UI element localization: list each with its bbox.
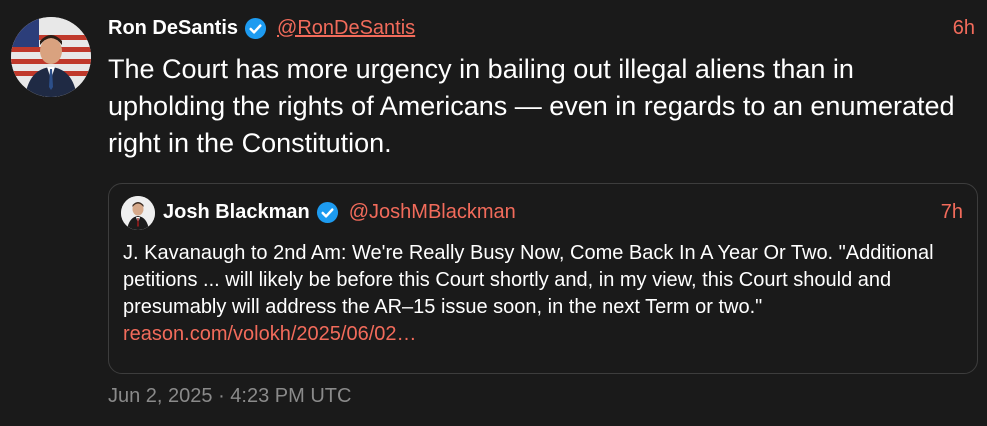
verified-badge-icon: [316, 201, 339, 224]
tweet-header: Ron DeSantis @RonDeSantis 6h: [108, 14, 975, 42]
tweet: Ron DeSantis @RonDeSantis 6h The Court h…: [0, 0, 987, 426]
verified-badge-icon: [244, 17, 267, 40]
quoted-tweet-body: J. Kavanaugh to 2nd Am: We're Really Bus…: [123, 242, 934, 318]
quoted-tweet[interactable]: Josh Blackman @JoshMBlackman 7h J. Kavan…: [108, 183, 978, 374]
quoted-author-handle[interactable]: @JoshMBlackman: [349, 201, 516, 224]
author-handle[interactable]: @RonDeSantis: [277, 17, 415, 40]
quoted-tweet-header: Josh Blackman @JoshMBlackman 7h: [163, 198, 963, 226]
quoted-author-name[interactable]: Josh Blackman: [163, 201, 310, 224]
tweet-timestamp[interactable]: Jun 2, 2025 · 4:23 PM UTC: [108, 385, 351, 408]
quoted-author-avatar[interactable]: [121, 196, 155, 230]
tweet-text: The Court has more urgency in bailing ou…: [108, 54, 955, 158]
quoted-tweet-time[interactable]: 7h: [941, 201, 963, 224]
quoted-tweet-text: J. Kavanaugh to 2nd Am: We're Really Bus…: [123, 240, 968, 348]
author-name[interactable]: Ron DeSantis: [108, 17, 238, 40]
quoted-tweet-link[interactable]: reason.com/volokh/2025/06/02…: [123, 323, 417, 345]
tweet-time[interactable]: 6h: [953, 17, 975, 40]
author-avatar[interactable]: [11, 17, 91, 97]
